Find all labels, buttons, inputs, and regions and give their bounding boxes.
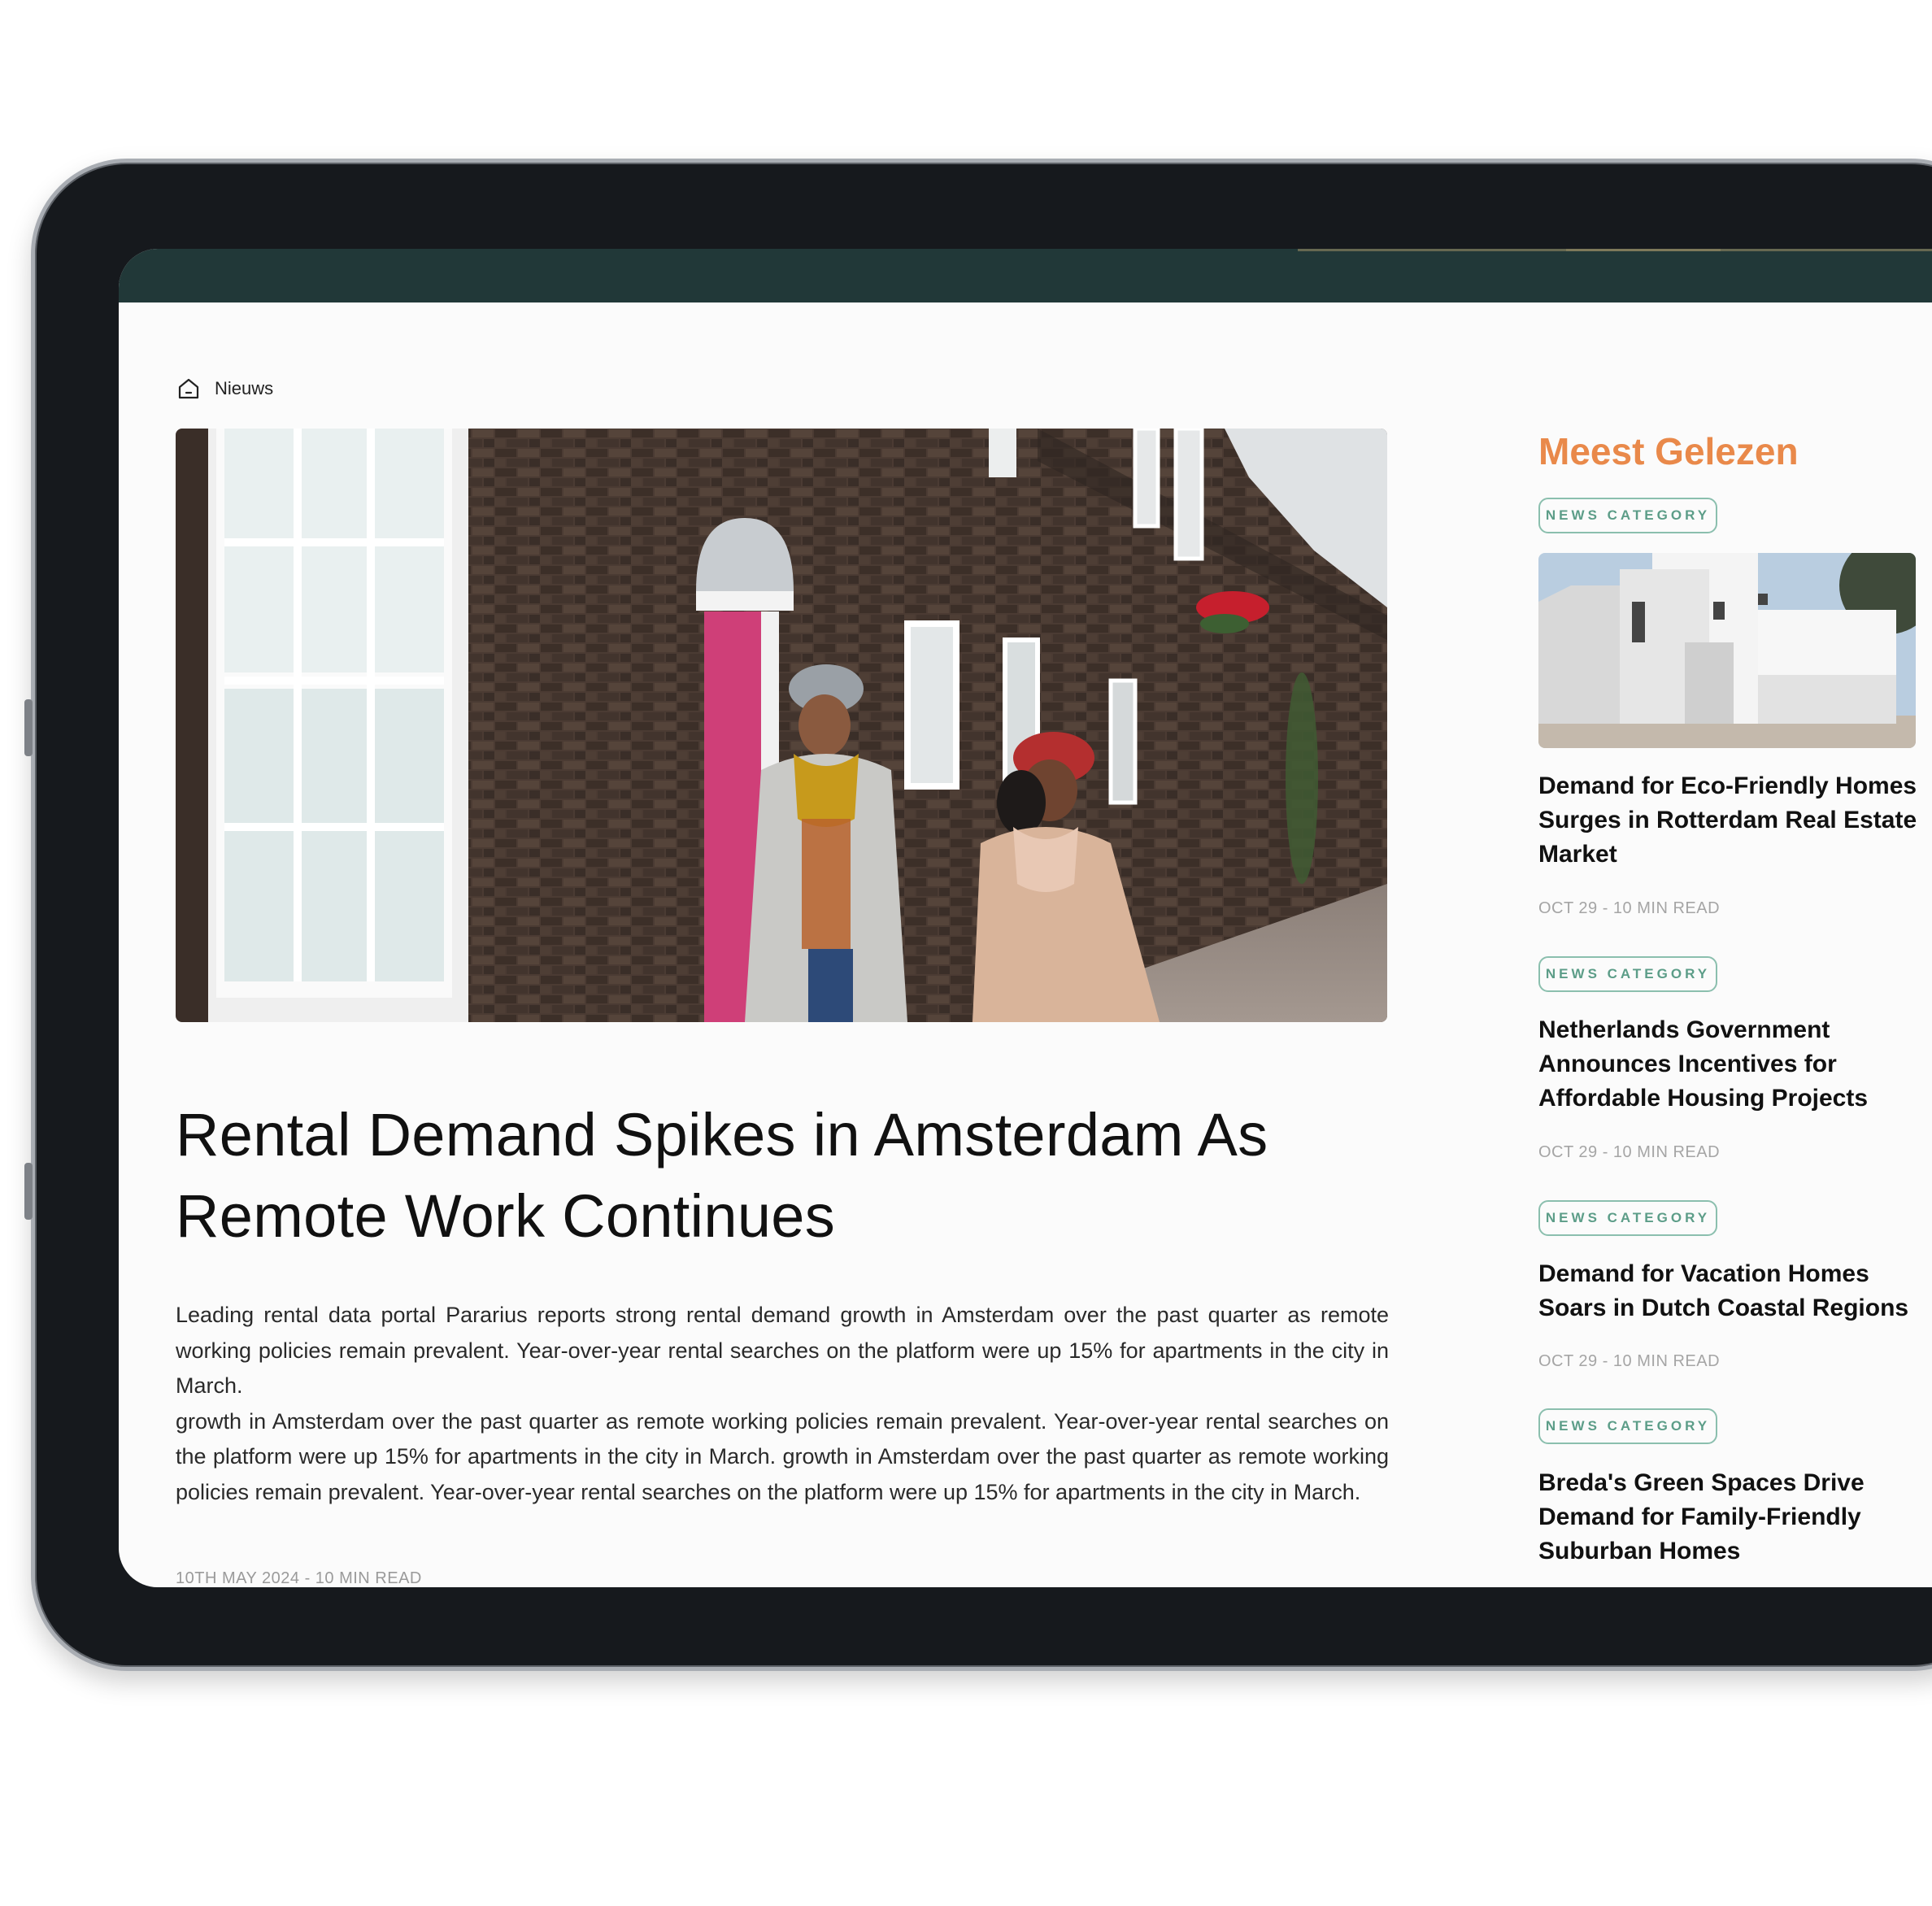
device-side-button <box>24 1163 33 1220</box>
breadcrumb-link-nieuws[interactable]: Nieuws <box>215 378 273 399</box>
category-badge[interactable]: NEWS CATEGORY <box>1538 1200 1717 1236</box>
category-badge[interactable]: NEWS CATEGORY <box>1538 1408 1717 1444</box>
sidebar-item-image[interactable] <box>1538 553 1916 748</box>
article-body: Leading rental data portal Pararius repo… <box>176 1298 1389 1510</box>
article-meta: 10TH MAY 2024 - 10 MIN READ <box>176 1569 422 1587</box>
article-headline: Rental Demand Spikes in Amsterdam As Rem… <box>176 1101 1268 1250</box>
category-badge[interactable]: NEWS CATEGORY <box>1538 956 1717 992</box>
sidebar-title: Meest Gelezen <box>1538 430 1799 472</box>
sidebar-item-meta: OCT 29 - 10 MIN READ <box>1538 1143 1721 1161</box>
sidebar-item-headline[interactable]: Demand for Eco-Friendly Homes Surges in … <box>1538 769 1921 872</box>
most-read-sidebar: Meest Gelezen NEWS CATEGORY Demand for E… <box>1538 249 1932 1587</box>
sidebar-item-headline[interactable]: Netherlands Government Announces Incenti… <box>1538 1013 1921 1116</box>
article-hero-image <box>176 429 1387 1022</box>
sidebar-item-headline[interactable]: Demand for Vacation Homes Soars in Dutch… <box>1538 1257 1921 1325</box>
article-paragraph: Leading rental data portal Pararius repo… <box>176 1303 1389 1398</box>
device-side-button <box>24 699 33 756</box>
breadcrumb: Nieuws <box>176 376 273 402</box>
sidebar-item-headline[interactable]: Breda's Green Spaces Drive Demand for Fa… <box>1538 1466 1921 1569</box>
sidebar-item-meta: OCT 29 - 10 MIN READ <box>1538 899 1721 917</box>
sidebar-item-meta: OCT 29 - 10 MIN READ <box>1538 1352 1721 1370</box>
article-paragraph: growth in Amsterdam over the past quarte… <box>176 1408 1389 1504</box>
home-icon[interactable] <box>176 376 202 402</box>
tablet-screen: Nieuws Rental Demand Spikes in Amsterdam… <box>119 249 1932 1587</box>
category-badge[interactable]: NEWS CATEGORY <box>1538 498 1717 533</box>
